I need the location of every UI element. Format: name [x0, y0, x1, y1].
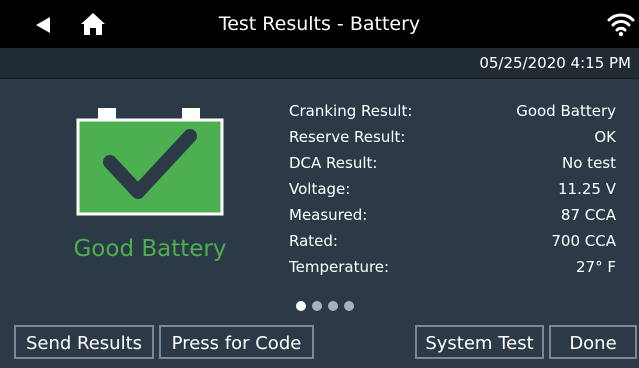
- result-label: Rated:: [289, 232, 338, 250]
- result-row: Temperature: 27° F: [289, 254, 619, 280]
- page-dot[interactable]: [312, 301, 322, 311]
- result-label: Reserve Result:: [289, 128, 406, 146]
- result-label: Temperature:: [289, 258, 390, 276]
- page-indicator: [296, 296, 360, 311]
- datetime: 05/25/2020 4:15 PM: [479, 54, 631, 72]
- result-row: Cranking Result: Good Battery: [289, 98, 619, 124]
- home-icon[interactable]: [80, 12, 106, 36]
- result-value: No test: [562, 154, 616, 172]
- results-list: Cranking Result: Good Battery Reserve Re…: [289, 98, 619, 280]
- top-bar: Test Results - Battery: [0, 0, 639, 48]
- result-value: 27° F: [576, 258, 616, 276]
- status-label: Good Battery: [73, 236, 227, 262]
- date-bar: 05/25/2020 4:15 PM: [0, 48, 639, 79]
- page-dot[interactable]: [344, 301, 354, 311]
- result-label: Voltage:: [289, 180, 351, 198]
- result-value: OK: [594, 128, 616, 146]
- back-arrow-icon[interactable]: [34, 16, 52, 34]
- result-label: DCA Result:: [289, 154, 378, 172]
- battery-check-icon: [76, 108, 224, 216]
- result-label: Cranking Result:: [289, 102, 413, 120]
- result-label: Measured:: [289, 206, 368, 224]
- send-results-button[interactable]: Send Results: [14, 325, 154, 359]
- result-row: Voltage: 11.25 V: [289, 176, 619, 202]
- page-dot-active[interactable]: [296, 301, 306, 311]
- result-row: Rated: 700 CCA: [289, 228, 619, 254]
- result-value: 11.25 V: [558, 180, 616, 198]
- page-dot[interactable]: [328, 301, 338, 311]
- result-row: Reserve Result: OK: [289, 124, 619, 150]
- wifi-icon[interactable]: [607, 10, 635, 38]
- result-value: 87 CCA: [560, 206, 616, 224]
- result-value: 700 CCA: [551, 232, 616, 250]
- result-value: Good Battery: [516, 102, 616, 120]
- bottom-bar: Send Results Press for Code System Test …: [0, 318, 639, 368]
- result-row: Measured: 87 CCA: [289, 202, 619, 228]
- system-test-button[interactable]: System Test: [415, 325, 544, 359]
- done-button[interactable]: Done: [549, 325, 637, 359]
- press-for-code-button[interactable]: Press for Code: [159, 325, 314, 359]
- result-row: DCA Result: No test: [289, 150, 619, 176]
